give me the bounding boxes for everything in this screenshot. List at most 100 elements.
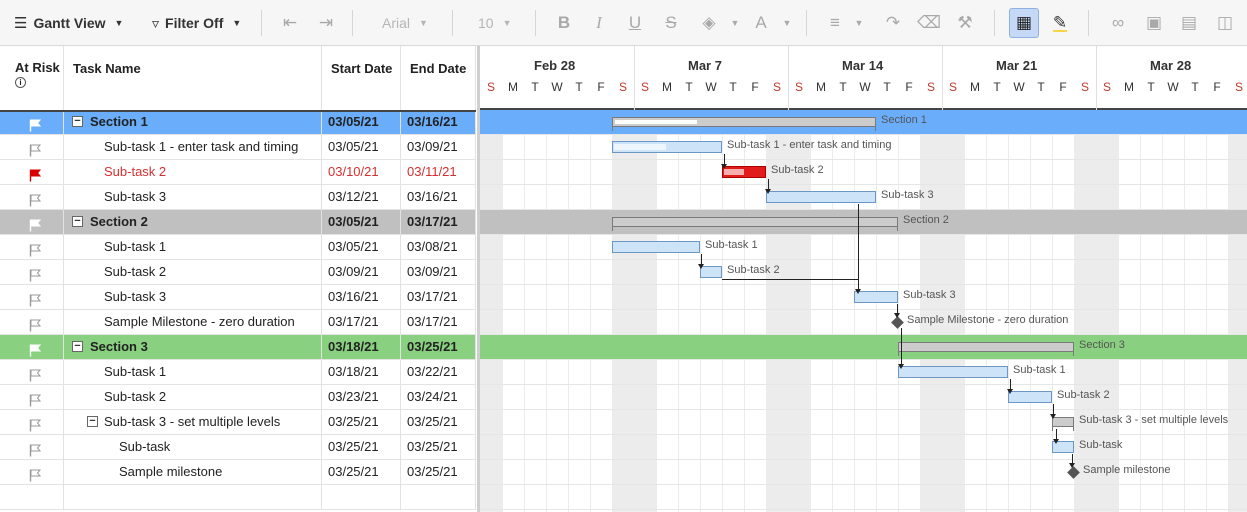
at-risk-cell[interactable] — [0, 285, 64, 310]
end-date-header[interactable]: End Date — [401, 46, 476, 110]
font-family-dropdown[interactable]: Arial ▼ — [382, 8, 428, 38]
format-painter-icon[interactable]: ⚒ — [952, 10, 978, 36]
fill-color-icon[interactable]: ◈ — [696, 10, 722, 36]
end-date-cell[interactable]: 03/11/21 — [401, 160, 476, 185]
table-row[interactable]: Sub-task 2 03/10/21 03/11/21 — [0, 160, 476, 185]
summary-bar[interactable] — [898, 342, 1074, 356]
empty-cell[interactable] — [0, 485, 64, 510]
task-name-cell[interactable]: − Section 2 — [64, 210, 322, 235]
task-name-cell[interactable]: Sample Milestone - zero duration — [64, 310, 322, 335]
start-date-cell[interactable]: 03/05/21 — [322, 135, 401, 160]
task-bar[interactable] — [1008, 391, 1052, 403]
section-row[interactable]: − Section 2 03/05/21 03/17/21 — [0, 210, 476, 235]
gantt-view-dropdown[interactable]: ☰ Gantt View ▼ — [14, 8, 123, 38]
end-date-cell[interactable]: 03/17/21 — [401, 285, 476, 310]
collapse-toggle-icon[interactable]: − — [72, 116, 83, 127]
task-name-cell[interactable]: − Section 1 — [64, 110, 322, 135]
task-name-cell[interactable]: Sub-task 2 — [64, 160, 322, 185]
task-name-cell[interactable]: − Sub-task 3 - set multiple levels — [64, 410, 322, 435]
bold-icon[interactable]: B — [551, 10, 577, 36]
table-row[interactable]: Sub-task 3 03/16/21 03/17/21 — [0, 285, 476, 310]
flag-icon[interactable] — [29, 366, 42, 382]
image-icon[interactable]: ▣ — [1141, 10, 1167, 36]
at-risk-cell[interactable] — [0, 435, 64, 460]
flag-icon[interactable] — [29, 416, 42, 432]
flag-icon[interactable] — [29, 341, 42, 357]
chevron-down-icon[interactable]: ▼ — [722, 10, 748, 36]
table-row[interactable]: Sub-task 3 03/12/21 03/16/21 — [0, 185, 476, 210]
table-row[interactable]: Sub-task 03/25/21 03/25/21 — [0, 435, 476, 460]
at-risk-cell[interactable] — [0, 335, 64, 360]
at-risk-cell[interactable] — [0, 185, 64, 210]
flag-icon[interactable] — [29, 191, 42, 207]
start-date-cell[interactable]: 03/23/21 — [322, 385, 401, 410]
flag-icon[interactable] — [29, 316, 42, 332]
start-date-cell[interactable]: 03/25/21 — [322, 410, 401, 435]
task-name-cell[interactable]: Sub-task — [64, 435, 322, 460]
start-date-cell[interactable]: 03/09/21 — [322, 260, 401, 285]
section-row[interactable]: − Section 1 03/05/21 03/16/21 — [0, 110, 476, 135]
task-bar[interactable] — [722, 166, 766, 178]
table-row[interactable]: Sample Milestone - zero duration 03/17/21… — [0, 310, 476, 335]
highlight-icon[interactable]: ✎ — [1047, 10, 1073, 36]
flag-icon[interactable] — [29, 166, 42, 182]
insert-row-icon[interactable]: ▤ — [1176, 10, 1202, 36]
end-date-cell[interactable]: 03/09/21 — [401, 260, 476, 285]
end-date-cell[interactable]: 03/16/21 — [401, 185, 476, 210]
flag-icon[interactable] — [29, 141, 42, 157]
info-icon[interactable]: i — [15, 77, 26, 88]
start-date-cell[interactable]: 03/05/21 — [322, 110, 401, 135]
end-date-cell[interactable]: 03/08/21 — [401, 235, 476, 260]
underline-icon[interactable]: U — [622, 10, 648, 36]
end-date-cell[interactable]: 03/16/21 — [401, 110, 476, 135]
end-date-cell[interactable]: 03/17/21 — [401, 310, 476, 335]
at-risk-cell[interactable] — [0, 135, 64, 160]
clear-format-icon[interactable]: ⌫ — [916, 10, 942, 36]
at-risk-cell[interactable] — [0, 235, 64, 260]
start-date-header[interactable]: Start Date — [322, 46, 401, 110]
strikethrough-icon[interactable]: S — [658, 10, 684, 36]
at-risk-cell[interactable] — [0, 410, 64, 435]
text-color-icon[interactable]: A — [748, 10, 774, 36]
wrap-text-icon[interactable]: ↷ — [880, 10, 906, 36]
task-name-cell[interactable]: Sub-task 3 — [64, 285, 322, 310]
end-date-cell[interactable]: 03/17/21 — [401, 210, 476, 235]
at-risk-cell[interactable] — [0, 460, 64, 485]
start-date-cell[interactable]: 03/18/21 — [322, 360, 401, 385]
start-date-cell[interactable]: 03/25/21 — [322, 460, 401, 485]
end-date-cell[interactable]: 03/24/21 — [401, 385, 476, 410]
start-date-cell[interactable]: 03/17/21 — [322, 310, 401, 335]
end-date-cell[interactable]: 03/25/21 — [401, 460, 476, 485]
at-risk-cell[interactable] — [0, 160, 64, 185]
task-name-header[interactable]: Task Name — [64, 46, 322, 110]
task-name-cell[interactable]: Sub-task 1 — [64, 360, 322, 385]
flag-icon[interactable] — [29, 216, 42, 232]
empty-row[interactable] — [0, 485, 476, 510]
end-date-cell[interactable]: 03/09/21 — [401, 135, 476, 160]
chevron-down-icon[interactable]: ▼ — [846, 10, 872, 36]
start-date-cell[interactable]: 03/05/21 — [322, 210, 401, 235]
collapse-toggle-icon[interactable]: − — [72, 341, 83, 352]
task-bar[interactable] — [612, 241, 700, 253]
end-date-cell[interactable]: 03/22/21 — [401, 360, 476, 385]
gantt-grid-icon[interactable]: ▦ — [1009, 8, 1039, 38]
chevron-down-icon[interactable]: ▼ — [774, 10, 800, 36]
end-date-cell[interactable]: 03/25/21 — [401, 435, 476, 460]
start-date-cell[interactable]: 03/16/21 — [322, 285, 401, 310]
flag-icon[interactable] — [29, 391, 42, 407]
task-name-cell[interactable]: Sub-task 2 — [64, 385, 322, 410]
indent-icon[interactable]: ⇥ — [313, 10, 339, 36]
start-date-cell[interactable]: 03/25/21 — [322, 435, 401, 460]
align-icon[interactable]: ≡ — [822, 10, 848, 36]
task-name-cell[interactable]: − Section 3 — [64, 335, 322, 360]
start-date-cell[interactable]: 03/05/21 — [322, 235, 401, 260]
filter-dropdown[interactable]: ▿ Filter Off ▼ — [152, 8, 241, 38]
empty-cell[interactable] — [322, 485, 401, 510]
flag-icon[interactable] — [29, 291, 42, 307]
at-risk-cell[interactable] — [0, 210, 64, 235]
task-name-cell[interactable]: Sub-task 3 — [64, 185, 322, 210]
flag-icon[interactable] — [29, 441, 42, 457]
at-risk-header[interactable]: At Risk i — [0, 46, 64, 110]
task-bar[interactable] — [612, 141, 722, 153]
table-row[interactable]: Sub-task 1 - enter task and timing 03/05/… — [0, 135, 476, 160]
